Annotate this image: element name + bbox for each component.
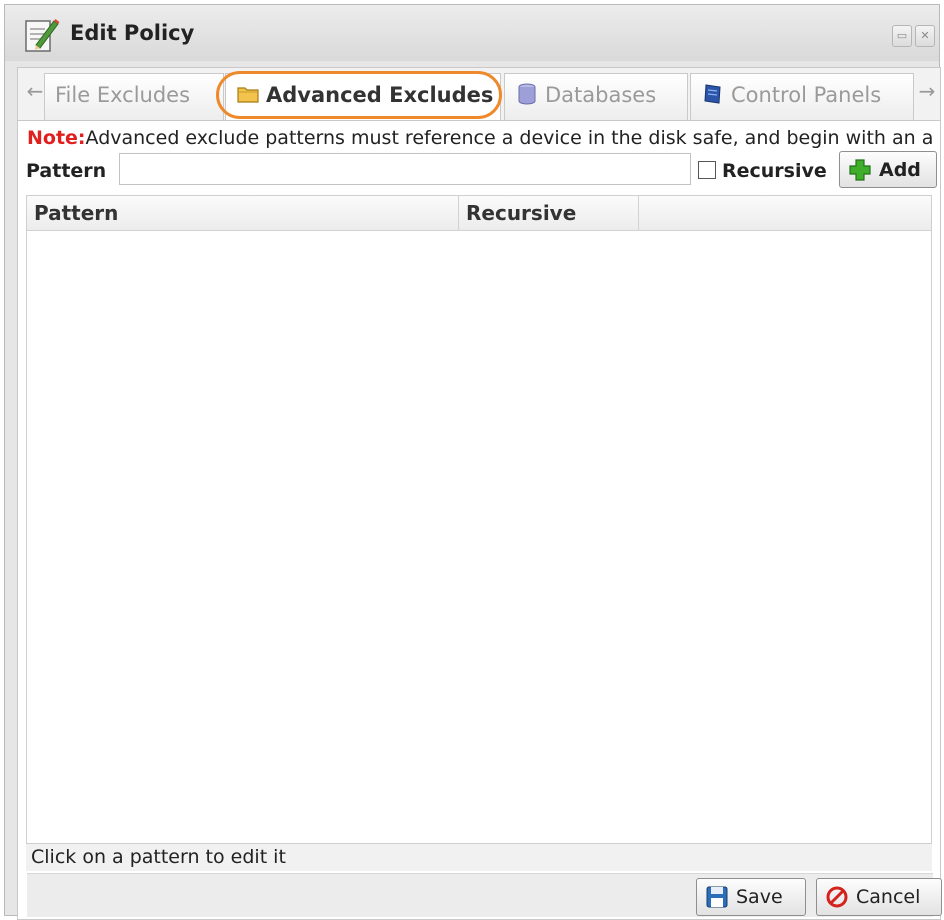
grid-header: Pattern Recursive	[27, 196, 931, 231]
save-button-label: Save	[736, 886, 783, 908]
tab-databases[interactable]: Databases	[504, 73, 688, 120]
tab-label: Advanced Excludes	[266, 83, 494, 107]
tab-advanced-excludes[interactable]: Advanced Excludes	[225, 73, 501, 120]
note-message: Advanced exclude patterns must reference…	[85, 127, 933, 149]
folder-icon	[237, 87, 259, 103]
control-panel-icon	[704, 84, 721, 104]
recursive-label: Recursive	[722, 160, 827, 182]
note-text: Note:Advanced exclude patterns must refe…	[27, 125, 933, 151]
dialog-footer: Save Cancel	[27, 873, 942, 917]
cancel-button[interactable]: Cancel	[816, 878, 942, 916]
title-bar[interactable]: Edit Policy ▭ ✕	[5, 5, 939, 61]
cancel-prohibited-icon	[826, 886, 848, 908]
tab-label: File Excludes	[55, 83, 191, 107]
patterns-grid[interactable]: Pattern Recursive	[26, 195, 932, 871]
grid-status-text: Click on a pattern to edit it	[26, 843, 932, 871]
add-plus-icon	[849, 158, 871, 181]
tab-label: Databases	[545, 83, 657, 107]
note-label: Note:	[27, 127, 86, 149]
save-disk-icon	[706, 886, 728, 908]
tab-strip: ← File Excludes Advanced Excludes Databa…	[17, 67, 941, 121]
add-button[interactable]: Add	[839, 151, 937, 188]
tab-scroll-right-icon[interactable]: →	[914, 68, 940, 120]
cancel-button-label: Cancel	[856, 886, 921, 908]
pattern-input[interactable]	[119, 153, 691, 185]
recursive-checkbox[interactable]	[698, 161, 716, 179]
close-button[interactable]: ✕	[915, 25, 935, 47]
tab-file-excludes[interactable]: File Excludes	[44, 73, 224, 120]
dialog-title: Edit Policy	[70, 21, 195, 45]
column-header-pattern[interactable]: Pattern	[27, 196, 459, 230]
tab-label: Control Panels	[731, 83, 882, 107]
tab-control-panels[interactable]: Control Panels	[690, 73, 914, 120]
database-icon	[518, 83, 536, 105]
save-button[interactable]: Save	[696, 878, 806, 916]
edit-policy-dialog: Edit Policy ▭ ✕ ← File Excludes Advanced…	[4, 4, 942, 920]
advanced-excludes-panel: Note:Advanced exclude patterns must refe…	[17, 120, 942, 920]
restore-button[interactable]: ▭	[892, 25, 912, 47]
pattern-label: Pattern	[26, 160, 107, 182]
column-header-recursive[interactable]: Recursive	[459, 196, 639, 230]
edit-document-icon	[25, 19, 60, 52]
add-button-label: Add	[879, 158, 921, 181]
